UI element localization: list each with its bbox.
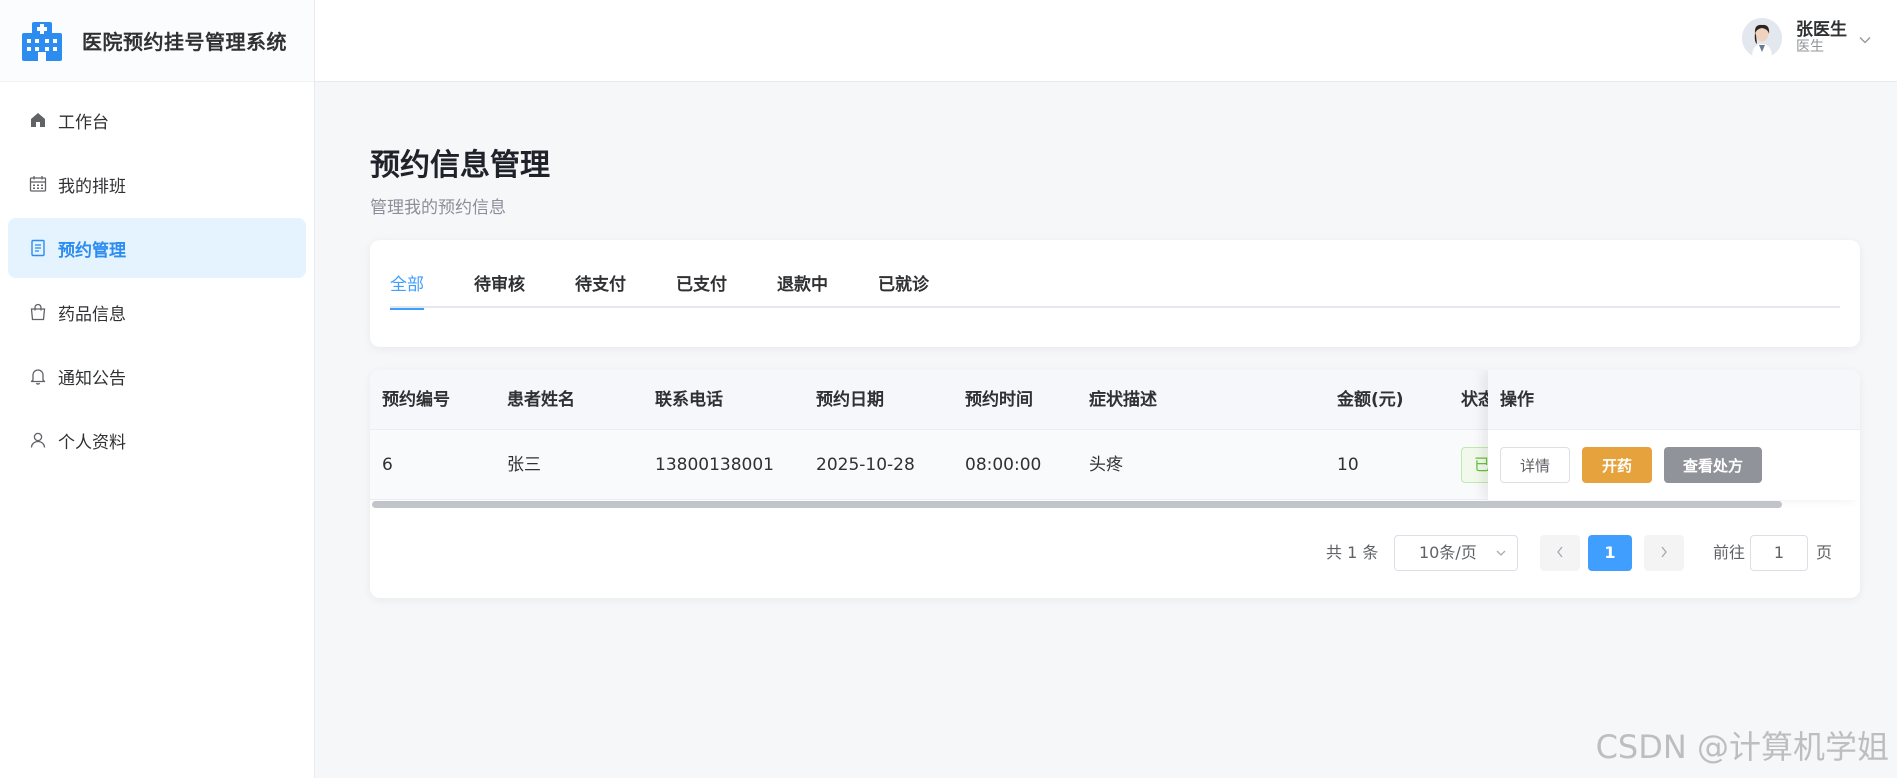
user-info: 张医生 医生 [1796,19,1847,55]
tab-refunding[interactable]: 退款中 [777,270,828,308]
user-menu[interactable]: 张医生 医生 [1742,18,1871,58]
column-header: 预约日期 [816,390,884,410]
sidebar-item-appointments[interactable]: 预约管理 [8,218,306,278]
top-header: 张医生 医生 [315,0,1897,82]
avatar [1742,18,1782,58]
hospital-logo-icon [20,19,64,63]
prev-page-button[interactable] [1540,535,1580,571]
cell-id: 6 [382,455,393,475]
bell-icon [28,366,48,386]
home-icon [28,110,48,130]
sidebar-item-notices[interactable]: 通知公告 [8,346,306,406]
row-actions: 详情 开药 查看处方 [1488,430,1860,500]
chevron-left-icon [1555,544,1565,563]
tab-all[interactable]: 全部 [390,270,424,310]
tab-visited[interactable]: 已就诊 [878,270,929,308]
prescribe-button[interactable]: 开药 [1582,447,1652,483]
cell-amount: 10 [1337,455,1359,475]
column-header: 预约时间 [965,390,1033,410]
page-unit-label: 页 [1816,543,1833,562]
appointments-table: 预约编号 患者姓名 联系电话 预约日期 预约时间 症状描述 金额(元) 状态 6… [370,370,1860,598]
watermark: CSDN @计算机学姐 [1595,728,1889,766]
horizontal-scrollbar[interactable] [372,501,1782,508]
fixed-actions-column: 操作 详情 开药 查看处方 [1488,370,1860,500]
sidebar-item-label: 药品信息 [58,304,126,325]
chevron-down-icon[interactable] [1859,29,1871,48]
cell-phone: 13800138001 [655,455,774,475]
cell-symptom: 头疼 [1089,455,1123,475]
column-header: 联系电话 [655,390,723,410]
tab-pending-payment[interactable]: 待支付 [575,270,626,308]
sidebar-item-label: 个人资料 [58,432,126,453]
sidebar-item-workbench[interactable]: 工作台 [8,90,306,150]
sidebar-item-label: 通知公告 [58,368,126,389]
calendar-icon [28,174,48,194]
chevron-down-icon [1495,536,1507,582]
cell-date: 2025-10-28 [816,455,915,475]
column-header: 症状描述 [1089,390,1157,410]
document-icon [28,238,48,258]
sidebar-item-profile[interactable]: 个人资料 [8,410,306,470]
user-role: 医生 [1796,38,1824,55]
tabs-card: 全部 待审核 待支付 已支付 退款中 已就诊 [370,240,1860,347]
next-page-button[interactable] [1644,535,1684,571]
bag-icon [28,302,48,322]
pagination-total: 共 1 条 [1326,543,1379,562]
status-tabs: 全部 待审核 待支付 已支付 退款中 已就诊 [390,270,1840,310]
page-title: 预约信息管理 [370,148,550,183]
column-header: 预约编号 [382,390,450,410]
column-header: 患者姓名 [507,390,575,410]
sidebar-item-label: 我的排班 [58,176,126,197]
cell-patient: 张三 [507,455,541,475]
user-name: 张医生 [1796,19,1847,40]
user-icon [28,430,48,450]
sidebar-item-label: 工作台 [58,112,109,133]
sidebar-item-medicine[interactable]: 药品信息 [8,282,306,342]
column-header: 操作 [1488,370,1860,430]
goto-page-input[interactable]: 1 [1750,535,1808,571]
chevron-right-icon [1659,544,1669,563]
tab-paid[interactable]: 已支付 [676,270,727,308]
page-number-current[interactable]: 1 [1588,535,1632,571]
goto-label: 前往 [1713,543,1746,562]
brand: 医院预约挂号管理系统 [0,0,314,82]
sidebar-item-schedule[interactable]: 我的排班 [8,154,306,214]
sidebar-menu: 工作台 我的排班 预约管理 药品信息 通知公告 个人资料 [0,82,314,470]
sidebar-item-label: 预约管理 [58,240,126,261]
page-subtitle: 管理我的预约信息 [370,198,506,218]
app-title: 医院预约挂号管理系统 [82,30,287,54]
view-prescription-button[interactable]: 查看处方 [1664,447,1762,483]
detail-button[interactable]: 详情 [1500,447,1570,483]
column-header: 金额(元) [1337,390,1404,410]
sidebar: 医院预约挂号管理系统 工作台 我的排班 预约管理 药品信息 通知公告 个人资料 [0,0,315,778]
cell-time: 08:00:00 [965,455,1042,475]
page-size-value: 10条/页 [1419,543,1477,562]
tab-pending-review[interactable]: 待审核 [474,270,525,308]
page-size-select[interactable]: 10条/页 [1394,535,1518,571]
pagination: 共 1 条 10条/页 1 前往 1 页 [370,535,1860,571]
